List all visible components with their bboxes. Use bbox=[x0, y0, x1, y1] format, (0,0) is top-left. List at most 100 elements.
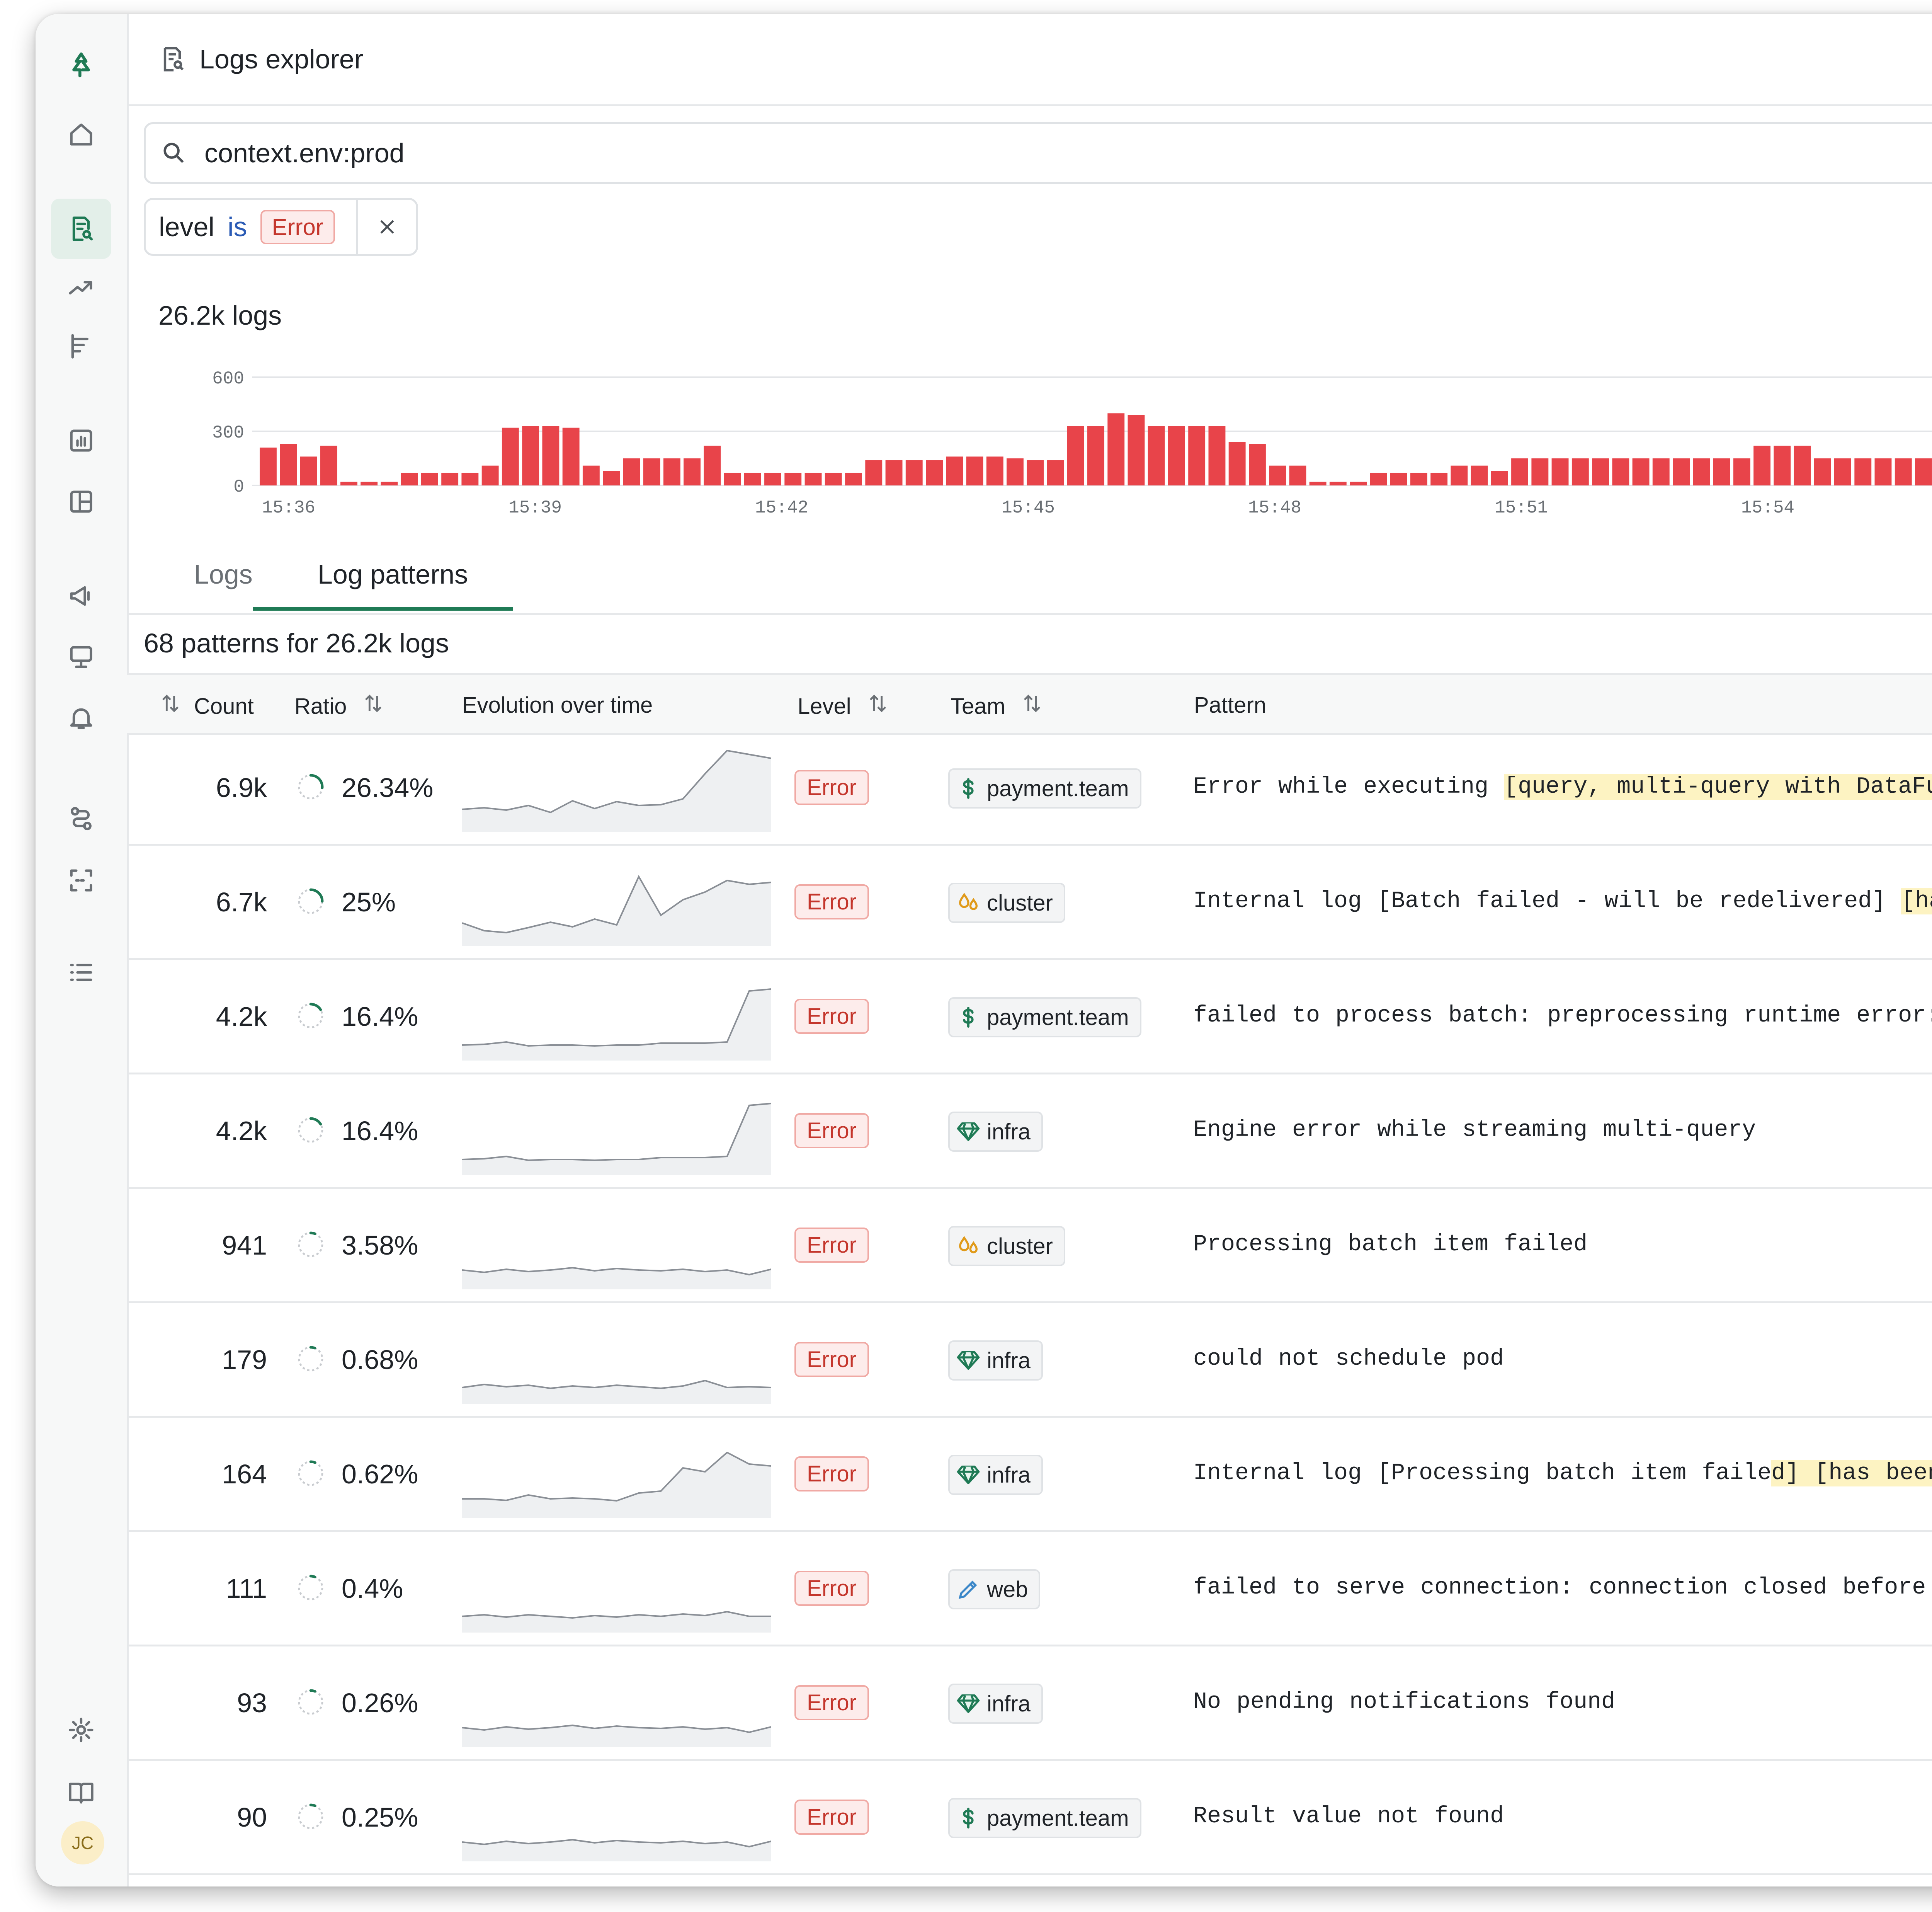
histogram-bar[interactable] bbox=[1531, 458, 1549, 485]
trend-icon[interactable] bbox=[62, 269, 100, 308]
docs-icon[interactable] bbox=[62, 1773, 100, 1812]
histogram-bar[interactable] bbox=[441, 473, 459, 485]
pattern-text[interactable]: Internal log [Processing batch item fail… bbox=[1193, 1460, 1932, 1486]
histogram-bar[interactable] bbox=[1087, 426, 1104, 485]
tab-logs[interactable]: Logs bbox=[194, 559, 253, 590]
histogram-bar[interactable] bbox=[1430, 473, 1448, 485]
histogram-bar[interactable] bbox=[1511, 458, 1528, 485]
histogram-bar[interactable] bbox=[1632, 458, 1650, 485]
team-badge[interactable]: infra bbox=[948, 1455, 1043, 1495]
histogram-bar[interactable] bbox=[946, 456, 963, 485]
histogram-bar[interactable] bbox=[603, 471, 620, 485]
table-row[interactable]: 6.7k 25% Error cluster Internal log [Batch f… bbox=[127, 846, 1932, 960]
histogram-bar[interactable] bbox=[1652, 458, 1670, 485]
remove-filter-button[interactable] bbox=[356, 200, 416, 254]
histogram-bar[interactable] bbox=[421, 473, 438, 485]
header-level[interactable]: Level bbox=[798, 692, 889, 720]
histogram-bar[interactable] bbox=[623, 458, 640, 485]
histogram-bar[interactable] bbox=[1249, 444, 1266, 485]
histogram-bar[interactable] bbox=[1269, 465, 1286, 485]
team-badge[interactable]: payment.team bbox=[948, 768, 1141, 809]
pattern-text[interactable]: could not schedule pod bbox=[1193, 1346, 1504, 1372]
histogram-bar[interactable] bbox=[562, 427, 580, 485]
header-team[interactable]: Team bbox=[951, 692, 1043, 720]
team-badge[interactable]: infra bbox=[948, 1112, 1043, 1152]
histogram-bar[interactable] bbox=[784, 473, 802, 485]
histogram-bar[interactable] bbox=[1370, 473, 1387, 485]
histogram-bar[interactable] bbox=[1007, 458, 1024, 485]
metrics-icon[interactable] bbox=[62, 421, 100, 460]
team-badge[interactable]: web bbox=[948, 1569, 1041, 1609]
alerts-icon[interactable] bbox=[62, 699, 100, 737]
logo-icon[interactable] bbox=[62, 46, 100, 84]
team-badge[interactable]: payment.team bbox=[948, 1798, 1141, 1838]
team-badge[interactable]: infra bbox=[948, 1684, 1043, 1724]
table-row[interactable]: 941 3.58% Error cluster Processing batch ite… bbox=[127, 1189, 1932, 1303]
header-ratio[interactable]: Ratio bbox=[294, 692, 384, 720]
team-badge[interactable]: cluster bbox=[948, 883, 1065, 923]
histogram-bar[interactable] bbox=[522, 426, 539, 485]
team-badge[interactable]: cluster bbox=[948, 1226, 1065, 1266]
settings-icon[interactable] bbox=[62, 1711, 100, 1749]
scan-icon[interactable] bbox=[62, 861, 100, 900]
list-icon[interactable] bbox=[62, 953, 100, 992]
histogram-bar[interactable] bbox=[401, 473, 418, 485]
histogram-bar[interactable] bbox=[1289, 465, 1306, 485]
tab-log-patterns[interactable]: Log patterns bbox=[318, 559, 468, 590]
histogram-bar[interactable] bbox=[905, 460, 923, 485]
histogram-bar[interactable] bbox=[1128, 415, 1145, 485]
histogram-bar[interactable] bbox=[260, 448, 277, 485]
table-row[interactable]: 90 0.25% Error payment.team Result value not… bbox=[127, 1761, 1932, 1875]
histogram-bar[interactable] bbox=[320, 446, 337, 485]
histogram-bar[interactable] bbox=[663, 458, 680, 485]
search-input[interactable]: context.env:prod bbox=[144, 122, 1932, 184]
histogram-bar[interactable] bbox=[1592, 458, 1609, 485]
histogram-bar[interactable] bbox=[1733, 458, 1750, 485]
pattern-text[interactable]: Error while executing [query, multi-quer… bbox=[1193, 774, 1932, 800]
histogram-bar[interactable] bbox=[481, 465, 499, 485]
home-icon[interactable] bbox=[62, 115, 100, 154]
histogram-bar[interactable] bbox=[381, 482, 398, 485]
histogram-bar[interactable] bbox=[926, 460, 943, 485]
histogram-bar[interactable] bbox=[1047, 460, 1064, 485]
histogram-bar[interactable] bbox=[1148, 426, 1165, 485]
table-row[interactable]: 179 0.68% Error infra could not schedule pod bbox=[127, 1303, 1932, 1418]
monitor-icon[interactable] bbox=[62, 638, 100, 676]
histogram-bar[interactable] bbox=[1350, 482, 1367, 485]
pattern-text[interactable]: No pending notifications found bbox=[1193, 1689, 1615, 1715]
histogram-bar[interactable] bbox=[1208, 426, 1226, 485]
histogram-bar[interactable] bbox=[1551, 458, 1569, 485]
histogram-bar[interactable] bbox=[1693, 458, 1710, 485]
histogram-bar[interactable] bbox=[1471, 465, 1488, 485]
announce-icon[interactable] bbox=[62, 577, 100, 615]
histogram-bar[interactable] bbox=[1410, 473, 1427, 485]
histogram-bar[interactable] bbox=[1814, 458, 1831, 485]
table-row[interactable]: 93 0.26% Error infra No pending notification… bbox=[127, 1646, 1932, 1761]
histogram-bar[interactable] bbox=[280, 444, 297, 485]
pattern-text[interactable]: Internal log [Batch failed - will be red… bbox=[1193, 888, 1932, 914]
histogram-bar[interactable] bbox=[986, 456, 1003, 485]
dashboards-icon[interactable] bbox=[62, 482, 100, 521]
histogram-bar[interactable] bbox=[1874, 458, 1892, 485]
histogram-bar[interactable] bbox=[1794, 446, 1811, 485]
histogram-bar[interactable] bbox=[1673, 458, 1690, 485]
histogram-bar[interactable] bbox=[825, 473, 842, 485]
histogram-bar[interactable] bbox=[300, 456, 317, 485]
traces-icon[interactable] bbox=[62, 327, 100, 366]
histogram-bar[interactable] bbox=[966, 456, 983, 485]
histogram-bar[interactable] bbox=[1612, 458, 1629, 485]
histogram-bar[interactable] bbox=[1309, 482, 1327, 485]
histogram-bar[interactable] bbox=[684, 458, 701, 485]
histogram-bar[interactable] bbox=[1713, 458, 1730, 485]
team-badge[interactable]: infra bbox=[948, 1340, 1043, 1381]
histogram-bar[interactable] bbox=[1854, 458, 1872, 485]
histogram-bar[interactable] bbox=[582, 465, 600, 485]
histogram-bar[interactable] bbox=[1834, 458, 1851, 485]
user-avatar[interactable]: JC bbox=[61, 1821, 104, 1864]
table-row[interactable]: 6.9k 26.34% Error payment.team Error while e… bbox=[127, 731, 1932, 846]
histogram-bar[interactable] bbox=[1107, 413, 1125, 485]
histogram-bar[interactable] bbox=[1027, 460, 1044, 485]
histogram-bar[interactable] bbox=[1188, 426, 1206, 485]
table-row[interactable]: 4.2k 16.4% Error infra Engine error while st… bbox=[127, 1074, 1932, 1189]
histogram-bar[interactable] bbox=[1390, 473, 1407, 485]
